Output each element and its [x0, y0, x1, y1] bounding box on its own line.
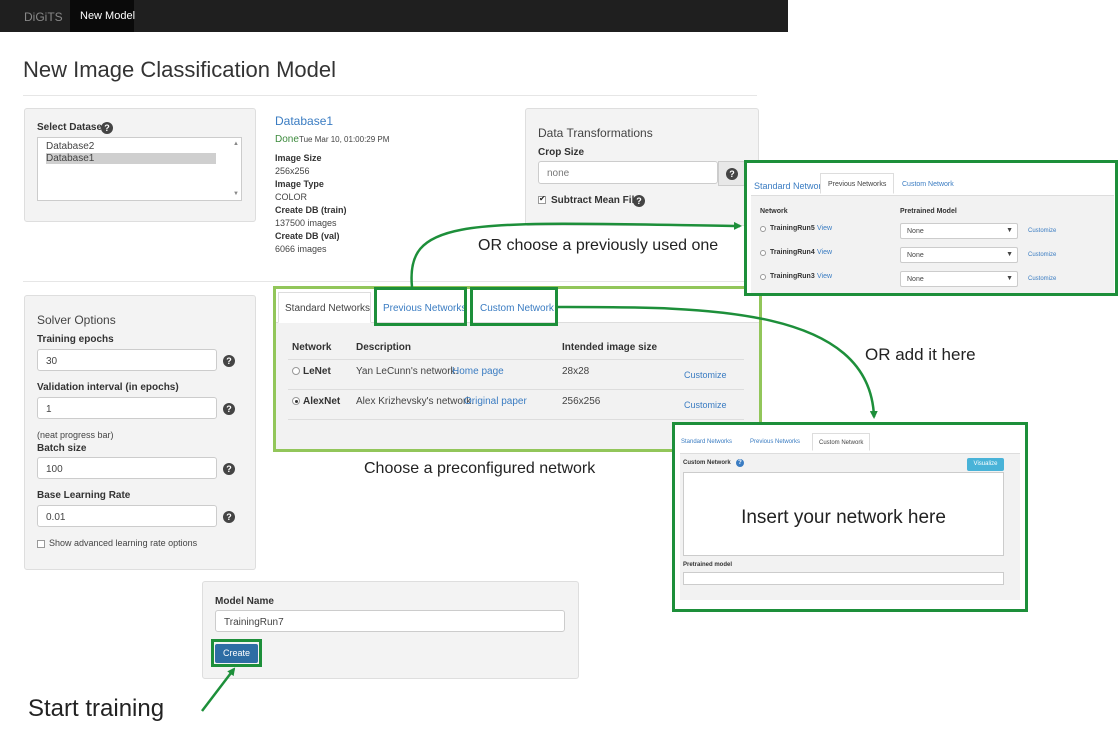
- annotation-arrows: [201, 221, 878, 712]
- callout-custom: OR add it here: [865, 345, 976, 364]
- arrow-to-custom: [557, 305, 878, 419]
- callout-start: Start training: [28, 695, 165, 722]
- arrow-to-create: [201, 667, 236, 712]
- arrow-to-previous: [410, 221, 742, 288]
- callout-previous: OR choose a previously used one: [478, 237, 719, 254]
- callout-preconfigured: Choose a preconfigured network: [364, 460, 596, 477]
